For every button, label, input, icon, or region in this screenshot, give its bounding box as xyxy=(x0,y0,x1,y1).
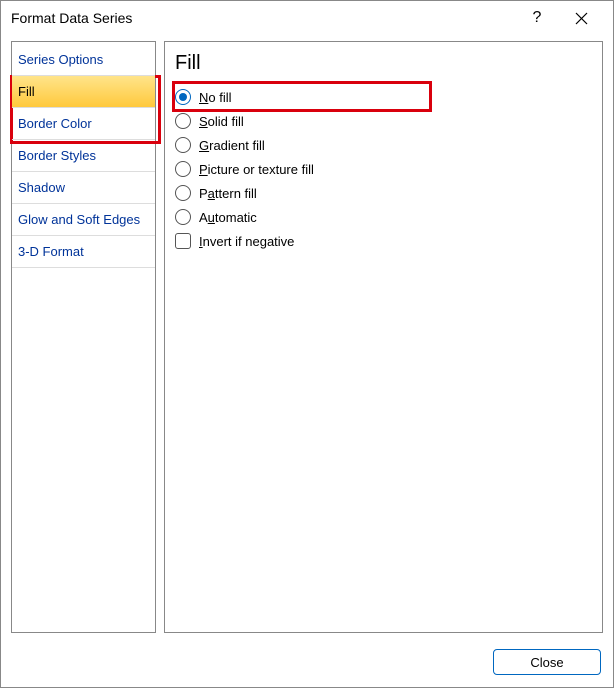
main-panel: Fill No fill Solid fill Gradient fill Pictu… xyxy=(164,41,603,633)
radio-gradient-fill[interactable]: Gradient fill xyxy=(175,137,592,153)
radio-icon xyxy=(175,161,191,177)
sidebar-item-fill[interactable]: Fill xyxy=(12,76,155,108)
option-label: Pattern fill xyxy=(199,186,257,201)
radio-icon xyxy=(175,113,191,129)
sidebar-item-label: Border Styles xyxy=(18,148,96,163)
checkbox-invert-if-negative[interactable]: Invert if negative xyxy=(175,233,592,249)
format-data-series-dialog: Format Data Series ? Series Options Fill B… xyxy=(0,0,614,688)
radio-pattern-fill[interactable]: Pattern fill xyxy=(175,185,592,201)
sidebar-item-border-color[interactable]: Border Color xyxy=(12,108,155,140)
option-label: Solid fill xyxy=(199,114,244,129)
radio-icon xyxy=(175,185,191,201)
close-icon xyxy=(575,12,588,25)
close-button[interactable]: Close xyxy=(493,649,601,675)
sidebar-item-shadow[interactable]: Shadow xyxy=(12,172,155,204)
sidebar-item-border-styles[interactable]: Border Styles xyxy=(12,140,155,172)
option-label: Gradient fill xyxy=(199,138,265,153)
checkbox-icon xyxy=(175,233,191,249)
radio-icon xyxy=(175,209,191,225)
radio-icon xyxy=(175,137,191,153)
radio-icon xyxy=(175,89,191,105)
footer: Close xyxy=(1,639,613,687)
option-label: Picture or texture fill xyxy=(199,162,314,177)
content-area: Series Options Fill Border Color Border Sty… xyxy=(1,35,613,639)
title-bar: Format Data Series ? xyxy=(1,1,613,35)
radio-picture-or-texture-fill[interactable]: Picture or texture fill xyxy=(175,161,592,177)
sidebar-item-label: 3-D Format xyxy=(18,244,84,259)
sidebar-item-label: Series Options xyxy=(18,52,103,67)
option-label: No fill xyxy=(199,90,232,105)
option-label: Invert if negative xyxy=(199,234,294,249)
radio-solid-fill[interactable]: Solid fill xyxy=(175,113,592,129)
radio-automatic[interactable]: Automatic xyxy=(175,209,592,225)
close-window-button[interactable] xyxy=(559,12,603,25)
window-title: Format Data Series xyxy=(11,10,515,26)
option-label: Automatic xyxy=(199,210,257,225)
radio-dot xyxy=(179,93,187,101)
sidebar-item-3-d-format[interactable]: 3-D Format xyxy=(12,236,155,268)
panel-heading: Fill xyxy=(175,52,592,75)
sidebar: Series Options Fill Border Color Border Sty… xyxy=(11,41,156,633)
sidebar-item-label: Shadow xyxy=(18,180,65,195)
radio-no-fill[interactable]: No fill xyxy=(175,89,592,105)
help-button[interactable]: ? xyxy=(515,9,559,27)
sidebar-item-glow-and-soft-edges[interactable]: Glow and Soft Edges xyxy=(12,204,155,236)
sidebar-item-series-options[interactable]: Series Options xyxy=(12,44,155,76)
sidebar-item-label: Fill xyxy=(18,84,35,99)
options-list: No fill Solid fill Gradient fill Picture or… xyxy=(175,89,592,249)
sidebar-item-label: Border Color xyxy=(18,116,92,131)
sidebar-item-label: Glow and Soft Edges xyxy=(18,212,140,227)
